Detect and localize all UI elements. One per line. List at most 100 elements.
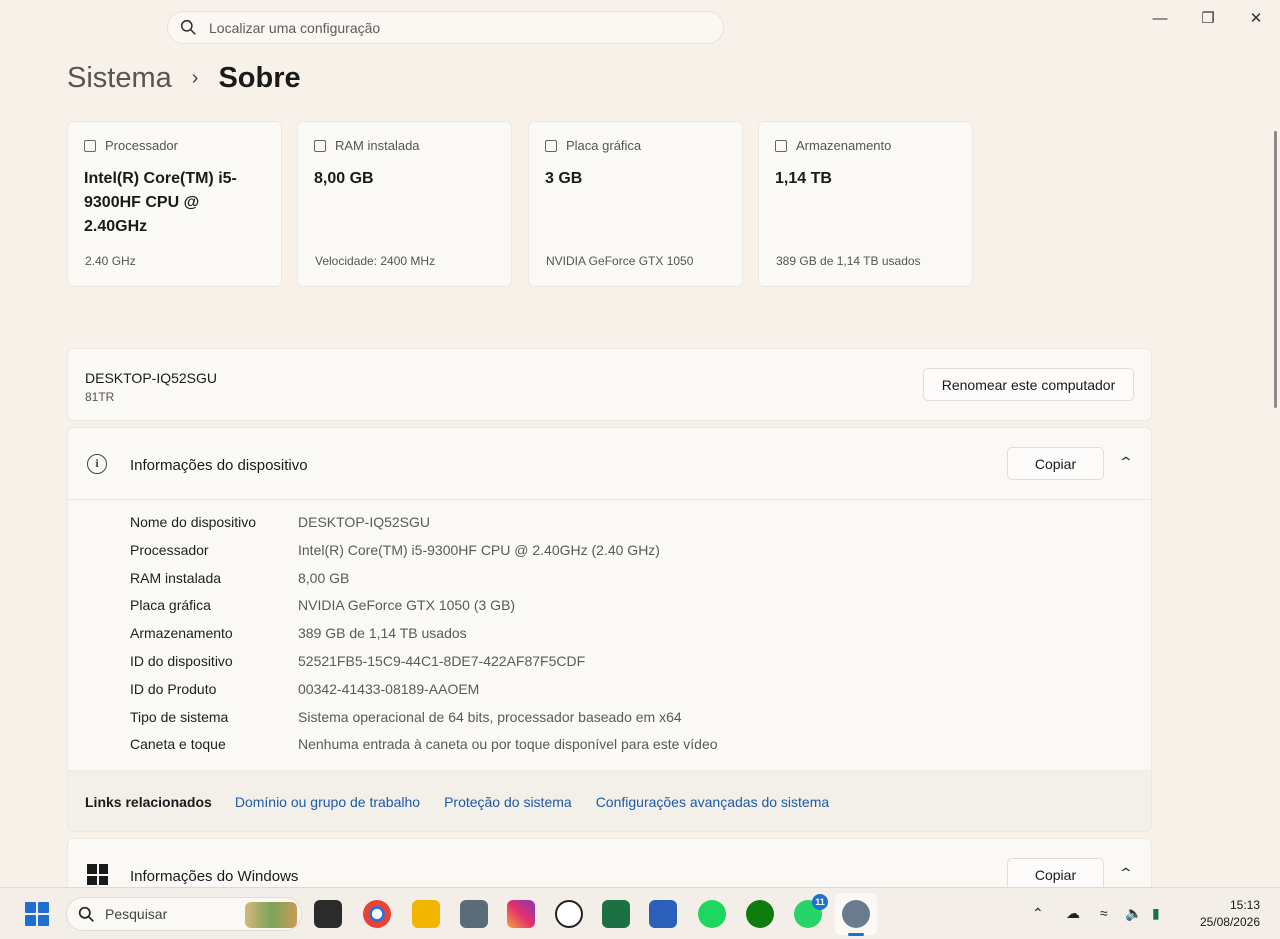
link-domain-workgroup[interactable]: Domínio ou grupo de trabalho (235, 794, 420, 810)
taskbar-search[interactable]: Pesquisar (66, 897, 302, 931)
search-highlight-image (245, 902, 297, 928)
spec-label: RAM instalada (335, 138, 420, 153)
spotify-icon[interactable] (698, 900, 726, 928)
ram-icon (314, 139, 326, 152)
info-key: Tipo de sistema (130, 708, 229, 725)
spec-label: Armazenamento (796, 138, 892, 153)
spec-sub: NVIDIA GeForce GTX 1050 (546, 254, 694, 268)
chrome-icon[interactable] (363, 900, 391, 928)
link-system-protection[interactable]: Proteção do sistema (444, 794, 572, 810)
chevron-up-icon[interactable]: ⌃ (1118, 865, 1134, 882)
info-key: Armazenamento (130, 625, 233, 642)
clock-date: 25/08/2026 (1199, 915, 1260, 929)
notification-badge: 11 (812, 894, 828, 910)
task-view-icon[interactable] (314, 900, 342, 928)
storage-icon (775, 139, 787, 152)
gpu-icon (545, 139, 557, 152)
whatsapp-icon[interactable]: 11 (794, 894, 828, 928)
info-key: Processador (130, 541, 209, 558)
info-row: RAM instalada 8,00 GB (130, 568, 718, 596)
spec-card-storage: Armazenamento 1,14 TB 389 GB de 1,14 TB … (758, 121, 973, 287)
chatgpt-icon[interactable] (555, 900, 583, 928)
volume-icon[interactable]: 🔈 (1125, 905, 1142, 922)
xbox-icon[interactable] (746, 900, 774, 928)
scrollbar-thumb[interactable] (1274, 131, 1277, 408)
close-button[interactable]: ✕ (1232, 4, 1280, 32)
computer-name: DESKTOP-IQ52SGU (85, 370, 218, 386)
rename-computer-button[interactable]: Renomear este computador (923, 368, 1134, 401)
link-advanced-system-settings[interactable]: Configurações avançadas do sistema (596, 794, 829, 810)
search-placeholder: Localizar uma configuração (209, 19, 381, 36)
spec-sub: Velocidade: 2400 MHz (315, 254, 436, 268)
spec-card-gpu: Placa gráfica 3 GB NVIDIA GeForce GTX 10… (528, 121, 743, 287)
computer-model: 81TR (85, 390, 115, 404)
window-controls: — ❐ ✕ (1136, 4, 1280, 32)
windows-logo-icon (87, 864, 108, 885)
taskbar-search-label: Pesquisar (105, 906, 168, 922)
related-links-bar: Links relacionados Domínio ou grupo de t… (68, 770, 1151, 831)
processor-icon (84, 139, 96, 152)
info-row: ID do Produto 00342-41433-08189-AAOEM (130, 679, 718, 707)
clock[interactable]: 15:13 25/08/2026 (1200, 897, 1260, 931)
calculator-icon[interactable] (460, 900, 488, 928)
page-title: Sobre (218, 62, 301, 94)
info-key: Caneta e toque (130, 736, 226, 753)
info-value: 389 GB de 1,14 TB usados (298, 625, 467, 642)
search-icon (78, 906, 94, 922)
info-key: RAM instalada (130, 569, 222, 586)
info-row: Tipo de sistema Sistema operacional de 64… (130, 707, 718, 735)
device-info-title: Informações do dispositivo (130, 457, 308, 474)
device-info-header[interactable]: i Informações do dispositivo Copiar ⌃ (68, 428, 1151, 500)
wifi-icon[interactable]: ≈ (1100, 905, 1108, 921)
settings-search-box[interactable]: Localizar uma configuração (167, 11, 724, 44)
device-info-section: i Informações do dispositivo Copiar ⌃ No… (67, 427, 1152, 832)
info-row: Caneta e toque Nenhuma entrada à caneta o… (130, 734, 718, 762)
spec-value: 3 GB (545, 170, 583, 187)
onedrive-icon[interactable]: ☁ (1066, 905, 1080, 922)
spec-value: Intel(R) Core(TM) i5-9300HF CPU @ 2.40GH… (84, 170, 237, 235)
battery-icon[interactable]: ▮ (1152, 905, 1160, 922)
info-value: Intel(R) Core(TM) i5-9300HF CPU @ 2.40GH… (298, 541, 660, 558)
excel-icon[interactable] (602, 900, 630, 928)
info-row: Placa gráfica NVIDIA GeForce GTX 1050 (3 … (130, 595, 718, 623)
settings-gear-icon[interactable] (842, 900, 870, 928)
spec-label: Processador (105, 138, 178, 153)
info-value: Nenhuma entrada à caneta ou por toque di… (298, 736, 718, 753)
chevron-right-icon: › (191, 67, 199, 89)
spec-sub: 2.40 GHz (85, 254, 136, 268)
info-value: NVIDIA GeForce GTX 1050 (3 GB) (298, 597, 516, 614)
info-row: Processador Intel(R) Core(TM) i5-9300HF C… (130, 540, 718, 568)
copy-device-info-button[interactable]: Copiar (1007, 447, 1104, 480)
clock-time: 15:13 (1229, 898, 1260, 912)
info-key: Placa gráfica (130, 597, 211, 614)
device-info-list: Nome do dispositivo DESKTOP-IQ52SGU Proce… (130, 512, 718, 762)
info-key: Nome do dispositivo (130, 514, 257, 530)
breadcrumb: Sistema › Sobre (67, 62, 301, 95)
spec-sub: 389 GB de 1,14 TB usados (776, 254, 921, 268)
start-button[interactable] (25, 902, 49, 926)
windows-info-title: Informações do Windows (130, 868, 299, 885)
related-links-label: Links relacionados (85, 794, 212, 810)
info-value: 00342-41433-08189-AAOEM (298, 680, 480, 697)
info-value: Sistema operacional de 64 bits, processa… (298, 708, 682, 725)
info-value: 8,00 GB (298, 569, 350, 586)
spec-card-ram: RAM instalada 8,00 GB Velocidade: 2400 M… (297, 121, 512, 287)
info-key: ID do Produto (130, 680, 217, 697)
word-icon[interactable] (649, 900, 677, 928)
file-explorer-icon[interactable] (412, 900, 440, 928)
breadcrumb-parent[interactable]: Sistema (67, 62, 172, 95)
instagram-icon[interactable] (507, 900, 535, 928)
spec-value: 1,14 TB (775, 170, 832, 187)
info-value: 52521FB5-15C9-44C1-8DE7-422AF87F5CDF (298, 652, 586, 669)
minimize-button[interactable]: — (1136, 4, 1184, 32)
info-icon: i (87, 454, 107, 474)
spec-value: 8,00 GB (314, 170, 374, 187)
chevron-up-icon[interactable]: ⌃ (1032, 905, 1044, 922)
restore-button[interactable]: ❐ (1184, 4, 1232, 32)
info-key: ID do dispositivo (130, 652, 233, 669)
info-row: ID do dispositivo 52521FB5-15C9-44C1-8DE7… (130, 651, 718, 679)
spec-card-processor: Processador Intel(R) Core(TM) i5-9300HF … (67, 121, 282, 287)
chevron-up-icon[interactable]: ⌃ (1118, 454, 1134, 471)
search-icon (180, 19, 196, 35)
taskbar: Pesquisar 11 ⌃ ☁ ≈ 🔈 ▮ 15:13 25/08/2026 (0, 887, 1280, 939)
